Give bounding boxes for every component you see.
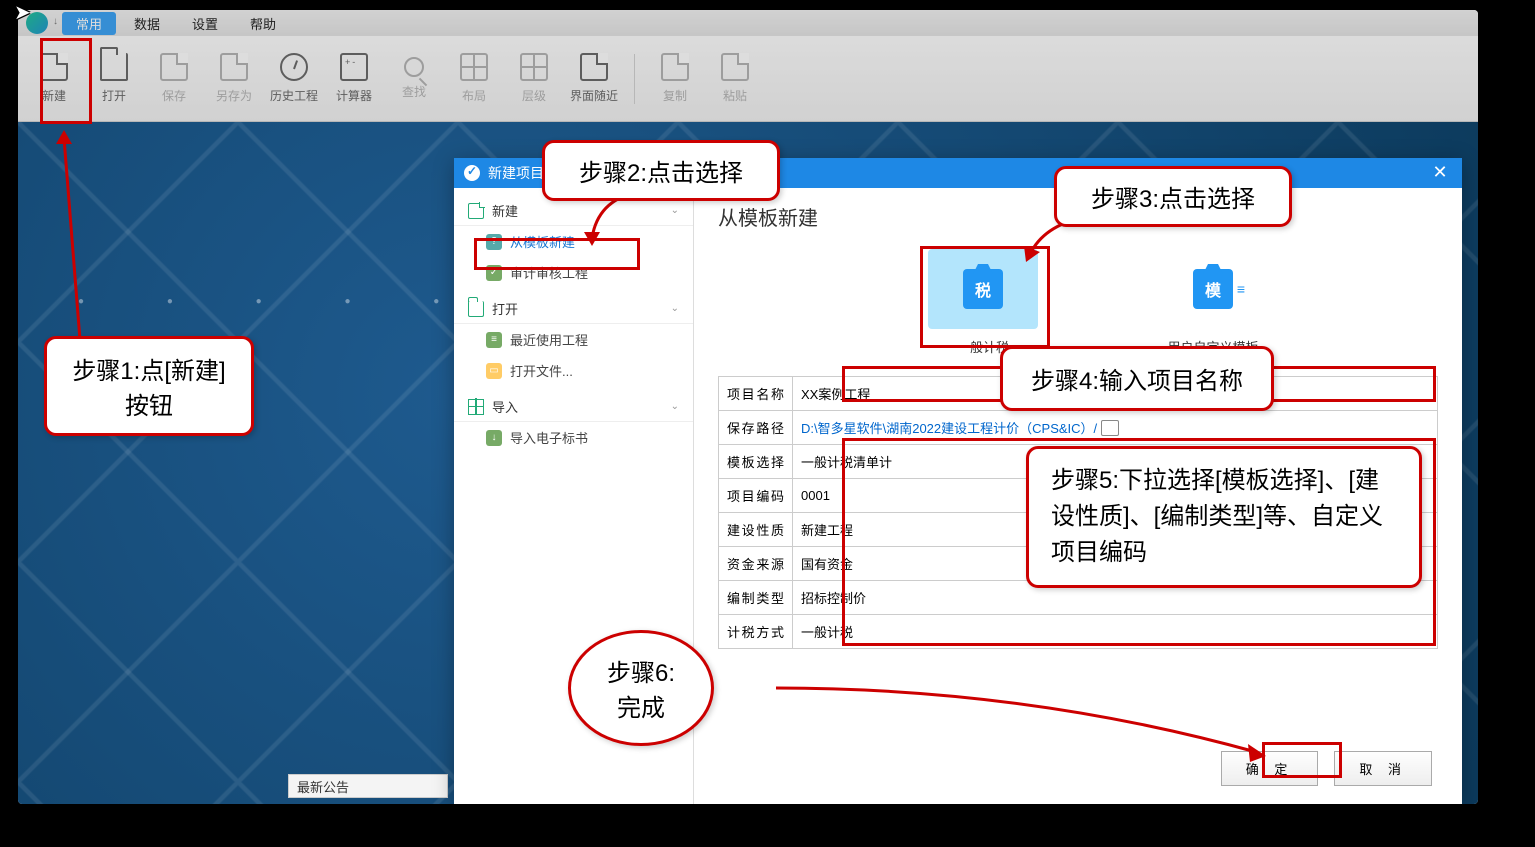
menu-help[interactable]: 帮助	[236, 12, 290, 35]
paste-icon	[721, 53, 749, 81]
lp-item-from-template[interactable]: ?从模板新建	[454, 226, 693, 257]
label-template: 模板选择	[719, 445, 793, 478]
select-tax-method[interactable]	[801, 624, 1429, 639]
callout-step5: 步骤5:下拉选择[模板选择]、[建设性质]、[编制类型]等、自定义项目编码	[1026, 446, 1422, 588]
chevron-down-icon: ⌄	[671, 205, 679, 216]
template-icon: ?	[486, 234, 502, 250]
level-icon	[520, 53, 548, 81]
label-save-path: 保存路径	[719, 411, 793, 444]
label-project-name: 项目名称	[719, 377, 793, 410]
ribbon-history-button[interactable]: 历史工程	[268, 44, 320, 114]
cursor: ➤	[14, 0, 31, 25]
copy-icon	[661, 53, 689, 81]
ribbon-saveas-button: 另存为	[208, 44, 260, 114]
calculator-icon	[340, 53, 368, 81]
ribbon-nearby-button[interactable]: 界面随近	[568, 44, 620, 114]
cancel-button[interactable]: 取 消	[1334, 751, 1432, 786]
ribbon-open-button[interactable]: 打开	[88, 44, 140, 114]
new-file-icon	[40, 53, 68, 81]
lp-item-open-file[interactable]: ▭打开文件...	[454, 355, 693, 386]
dialog-close-button[interactable]: ✕	[1418, 158, 1462, 188]
value-save-path: D:\智多星软件\湖南2022建设工程计价（CPS&IC）/	[801, 418, 1097, 437]
chevron-down-icon: ⌄	[671, 303, 679, 314]
template-user-custom[interactable]: 模 用户自定义模板	[1148, 249, 1278, 356]
select-compile-type[interactable]	[801, 590, 1429, 605]
chevron-down-icon: ⌄	[671, 401, 679, 412]
folder-icon	[468, 301, 484, 317]
import-icon: ↓	[486, 430, 502, 446]
ribbon-calculator-button[interactable]: 计算器	[328, 44, 380, 114]
saveas-icon	[220, 53, 248, 81]
lp-item-recent[interactable]: ≡最近使用工程	[454, 324, 693, 355]
nearby-icon	[580, 53, 608, 81]
recent-icon: ≡	[486, 332, 502, 348]
callout-step3: 步骤3:点击选择	[1054, 166, 1292, 227]
open-file-icon: ▭	[486, 363, 502, 379]
arrow-step6	[776, 686, 1276, 771]
lp-section-open: 打开⌄ ≡最近使用工程 ▭打开文件...	[454, 294, 693, 386]
lp-header-import[interactable]: 导入⌄	[454, 392, 693, 422]
ribbon-level-button: 层级	[508, 44, 560, 114]
menu-settings[interactable]: 设置	[178, 12, 232, 35]
label-nature: 建设性质	[719, 513, 793, 546]
lp-item-import-ebid[interactable]: ↓导入电子标书	[454, 422, 693, 453]
ribbon-separator	[634, 54, 635, 104]
arrow-step1	[60, 130, 120, 345]
menu-common[interactable]: 常用	[62, 12, 116, 35]
menubar: 常用 数据 设置 帮助	[18, 10, 1478, 36]
lp-section-import: 导入⌄ ↓导入电子标书	[454, 392, 693, 453]
lp-section-new: 新建⌄ ?从模板新建 ✓审计审核工程	[454, 196, 693, 288]
callout-step6: 步骤6: 完成	[568, 630, 714, 746]
announce-bar[interactable]: 最新公告	[288, 774, 448, 798]
ribbon-new-button[interactable]: 新建	[28, 44, 80, 114]
grid-icon	[468, 399, 484, 415]
template-row: 税 一般计税 模 用户自定义模板	[918, 249, 1438, 356]
label-funding: 资金来源	[719, 547, 793, 580]
audit-icon: ✓	[486, 265, 502, 281]
callout-step2: 步骤2:点击选择	[542, 140, 780, 201]
tax-icon: 税	[963, 269, 1003, 309]
dialog-title-icon	[464, 165, 480, 181]
label-tax: 计税方式	[719, 615, 793, 648]
label-code: 项目编码	[719, 479, 793, 512]
ribbon-copy-button: 复制	[649, 44, 701, 114]
save-icon	[160, 53, 188, 81]
ribbon-toolbar: 新建 打开 保存 另存为 历史工程 计算器 查找 布局 层级 界面随近 复制 粘…	[18, 36, 1478, 122]
custom-template-icon: 模	[1193, 269, 1233, 309]
folder-icon	[100, 53, 128, 81]
browse-folder-icon[interactable]	[1101, 420, 1119, 436]
ribbon-save-button: 保存	[148, 44, 200, 114]
lp-item-audit[interactable]: ✓审计审核工程	[454, 257, 693, 288]
ribbon-find-button: 查找	[388, 44, 440, 114]
callout-step1: 步骤1:点[新建]按钮	[44, 336, 254, 436]
menu-data[interactable]: 数据	[120, 12, 174, 35]
callout-step4: 步骤4:输入项目名称	[1000, 346, 1274, 411]
ribbon-layout-button: 布局	[448, 44, 500, 114]
lp-header-open[interactable]: 打开⌄	[454, 294, 693, 324]
label-compile: 编制类型	[719, 581, 793, 614]
ribbon-paste-button: 粘贴	[709, 44, 761, 114]
history-icon	[280, 53, 308, 81]
dialog-title-text: 新建项目	[488, 163, 544, 183]
search-icon	[404, 57, 424, 77]
page-icon	[468, 203, 484, 219]
layout-icon	[460, 53, 488, 81]
